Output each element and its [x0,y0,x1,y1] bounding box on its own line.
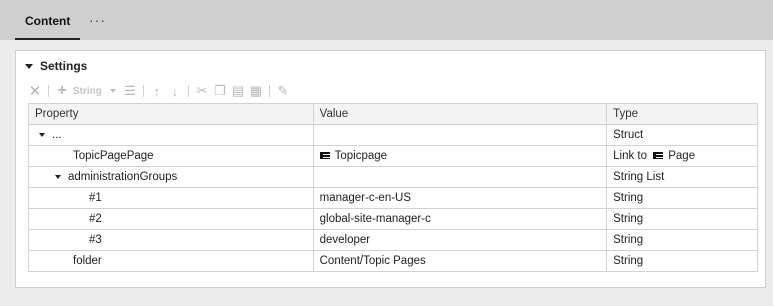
toolbar-separator [142,85,144,97]
expand-triangle-icon[interactable] [55,175,61,179]
toolbar-separator [187,85,189,97]
value-cell[interactable]: developer [312,229,608,251]
type-name: Page [668,150,696,162]
property-name: #3 [89,234,102,246]
tab-bar: Content ··· [0,0,773,40]
property-cell[interactable]: #3 [28,229,314,251]
properties-table: Property Value Type ... Struct TopicPage… [28,103,758,272]
type-cell: String List [606,166,758,188]
property-cell[interactable]: administrationGroups [28,166,314,188]
table-row[interactable]: #3 developer String [28,229,758,251]
list-icon[interactable]: ☰ [123,83,137,99]
value-cell[interactable]: manager-c-en-US [312,187,608,209]
property-cell[interactable]: #2 [28,208,314,230]
property-name: folder [73,255,102,267]
type-cell: String [606,187,758,209]
table-row[interactable]: #1 manager-c-en-US String [28,187,758,209]
property-name: TopicPagePage [73,150,154,162]
type-cell: String [606,229,758,251]
expand-triangle-icon[interactable] [39,133,45,137]
property-name: #2 [89,213,102,225]
table-row[interactable]: administrationGroups String List [28,166,758,188]
value-cell[interactable]: global-site-manager-c [312,208,608,230]
settings-section-header[interactable]: Settings [25,58,87,74]
type-cell: Link to Page [606,145,758,167]
column-header-value[interactable]: Value [312,103,608,125]
add-type-label[interactable]: String [73,86,102,97]
table-row[interactable]: #2 global-site-manager-c String [28,208,758,230]
property-cell[interactable]: folder [28,250,314,272]
value-cell[interactable] [312,124,608,146]
struct-toolbar: ✕ + String ☰ ↑ ↓ ✂ ❐ ▤ ▦ ✎ [28,82,290,100]
settings-panel: Settings ✕ + String ☰ ↑ ↓ ✂ ❐ ▤ ▦ ✎ Prop… [15,50,766,288]
paste-special-icon[interactable]: ▦ [249,83,263,99]
toolbar-separator [268,85,270,97]
value-cell[interactable]: Content/Topic Pages [312,250,608,272]
tab-content[interactable]: Content [15,8,81,40]
type-cell: String [606,208,758,230]
edit-icon[interactable]: ✎ [276,83,290,99]
value-cell[interactable] [312,166,608,188]
link-value[interactable]: Topicpage [335,150,387,162]
table-header-row: Property Value Type [28,103,758,125]
copy-icon[interactable]: ❐ [213,83,227,99]
property-cell[interactable]: TopicPagePage [28,145,314,167]
type-cell: Struct [606,124,758,146]
type-cell: String [606,250,758,272]
collapse-triangle-icon[interactable] [25,63,33,69]
toolbar-separator [48,85,49,97]
caret-down-icon[interactable] [109,89,116,93]
property-name: administrationGroups [68,171,178,183]
value-cell[interactable]: Topicpage [312,145,608,167]
table-row[interactable]: folder Content/Topic Pages String [28,250,758,272]
property-cell[interactable]: #1 [28,187,314,209]
move-up-icon[interactable]: ↑ [150,83,164,99]
property-name: ... [52,129,62,141]
property-name: #1 [89,192,102,204]
section-title: Settings [40,59,88,73]
paste-icon[interactable]: ▤ [231,83,245,99]
delete-icon[interactable]: ✕ [28,83,42,100]
add-icon[interactable]: + [55,82,69,99]
column-header-type[interactable]: Type [606,103,758,125]
column-header-property[interactable]: Property [28,103,314,125]
link-icon [653,152,664,160]
table-row[interactable]: ... Struct [28,124,758,146]
property-cell[interactable]: ... [28,124,314,146]
cut-icon[interactable]: ✂ [195,83,209,99]
link-icon [319,152,330,160]
type-prefix: Link to [613,150,648,162]
more-tabs-button[interactable]: ··· [89,12,106,28]
move-down-icon[interactable]: ↓ [168,83,182,99]
table-row[interactable]: TopicPagePage Topicpage Link to Page [28,145,758,167]
